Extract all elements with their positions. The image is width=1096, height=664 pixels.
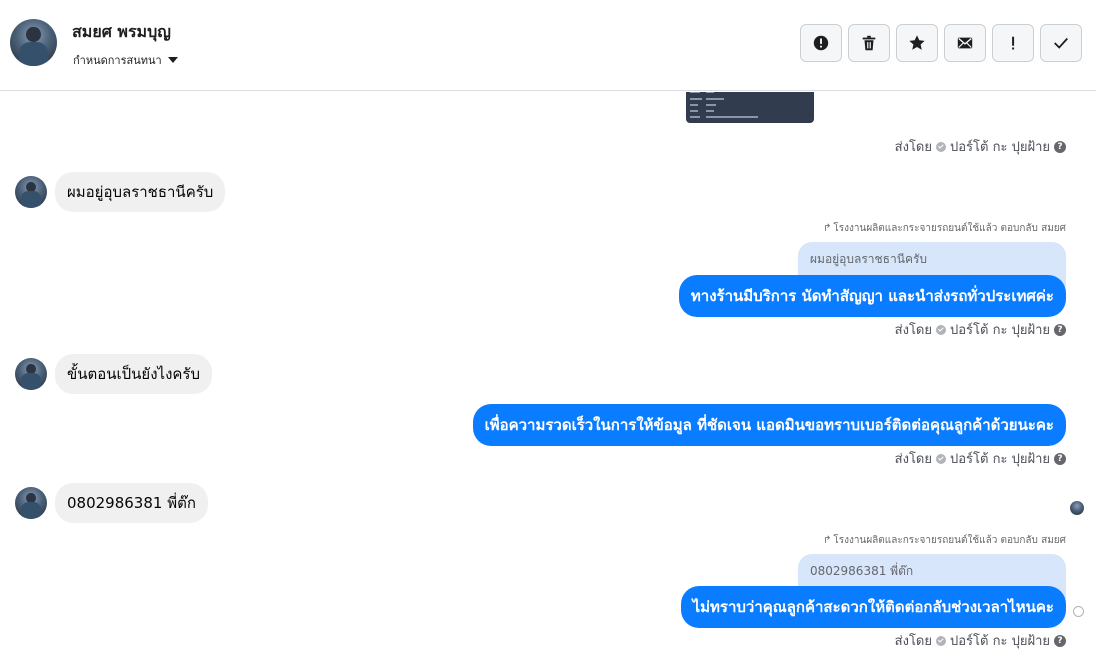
incoming-message: ผมอยู่อุบลราชธานีครับ [15,172,226,212]
mail-icon [957,37,973,49]
verified-icon [936,324,946,335]
assign-conversation-label: กำหนดการสนทนา [73,54,162,67]
sender-avatar[interactable] [15,176,47,208]
delivered-check-icon [1073,606,1084,617]
sent-by-agent: ปอร์โต้ กะ ปุยฝ้าย [950,634,1050,649]
sent-by-label: ส่งโดย [894,323,932,338]
outgoing-bubble[interactable]: ไม่ทราบว่าคุณลูกค้าสะดวกให้ติดต่อกลับช่ว… [680,586,1066,628]
image-attachment[interactable] [686,92,814,123]
verified-icon [936,141,946,152]
message-thread[interactable]: ส่งโดย ปอร์โต้ กะ ปุยฝ้าย ? ผมอยู่อุบลรา… [0,92,1096,664]
incoming-bubble[interactable]: ผมอยู่อุบลราชธานีครับ [55,172,226,212]
alert-icon [813,35,829,51]
caret-down-icon [167,57,178,63]
conversation-header: สมยศ พรมบุญ กำหนดการสนทนา [0,0,1096,91]
delete-button[interactable] [848,24,890,62]
outgoing-bubble[interactable]: เพื่อความรวดเร็วในการให้ข้อมูล ที่ชัดเจน… [472,404,1066,446]
reply-header: ↱ โรงงานผลิตและกระจายรถยนต์ใช้แล้ว ตอบกล… [823,533,1066,548]
star-button[interactable] [896,24,938,62]
toolbar [800,24,1082,62]
outgoing-bubble[interactable]: ทางร้านมีบริการ นัดทำสัญญา และนำส่งรถทั่… [678,275,1066,317]
contact-avatar[interactable] [10,19,57,66]
reply-header-text: โรงงานผลิตและกระจายรถยนต์ใช้แล้ว ตอบกลับ… [833,223,1066,234]
mark-spam-button[interactable] [800,24,842,62]
help-icon[interactable]: ? [1054,452,1066,465]
sent-by-label: ส่งโดย [894,140,932,155]
contact-name[interactable]: สมยศ พรมบุญ [72,20,171,45]
sender-avatar[interactable] [15,487,47,519]
reply-arrow-icon: ↱ [822,535,832,546]
assign-conversation-dropdown[interactable]: กำหนดการสนทนา [73,51,178,69]
exclamation-icon [1012,36,1015,50]
verified-icon [936,635,946,646]
mark-done-button[interactable] [1040,24,1082,62]
help-icon[interactable]: ? [1054,323,1066,336]
help-icon[interactable]: ? [1054,634,1066,647]
sent-by-info: ส่งโดย ปอร์โต้ กะ ปุยฝ้าย ? [895,319,1066,340]
sent-by-label: ส่งโดย [894,452,932,467]
sent-by-info: ส่งโดย ปอร์โต้ กะ ปุยฝ้าย ? [895,448,1066,469]
reply-header-text: โรงงานผลิตและกระจายรถยนต์ใช้แล้ว ตอบกลับ… [833,535,1066,546]
incoming-message: 0802986381 พี่ต๊ก [15,483,208,523]
check-icon [1054,37,1068,49]
help-icon[interactable]: ? [1054,140,1066,153]
sender-avatar[interactable] [15,358,47,390]
verified-icon [936,453,946,464]
sent-by-info: ส่งโดย ปอร์โต้ กะ ปุยฝ้าย ? [895,630,1066,651]
sent-by-agent: ปอร์โต้ กะ ปุยฝ้าย [950,140,1050,155]
sent-by-agent: ปอร์โต้ กะ ปุยฝ้าย [950,323,1050,338]
reply-arrow-icon: ↱ [822,223,832,234]
follow-up-button[interactable] [992,24,1034,62]
trash-icon [862,35,876,51]
sent-by-agent: ปอร์โต้ กะ ปุยฝ้าย [950,452,1050,467]
incoming-bubble[interactable]: 0802986381 พี่ต๊ก [55,483,208,523]
incoming-message: ขั้นตอนเป็นยังไงครับ [15,354,213,394]
incoming-bubble[interactable]: ขั้นตอนเป็นยังไงครับ [55,354,213,394]
reply-header: ↱ โรงงานผลิตและกระจายรถยนต์ใช้แล้ว ตอบกล… [823,221,1066,236]
seen-avatar [1070,501,1084,515]
sent-by-label: ส่งโดย [894,634,932,649]
sent-by-info: ส่งโดย ปอร์โต้ กะ ปุยฝ้าย ? [895,136,1066,157]
mark-unread-button[interactable] [944,24,986,62]
star-icon [909,35,925,50]
